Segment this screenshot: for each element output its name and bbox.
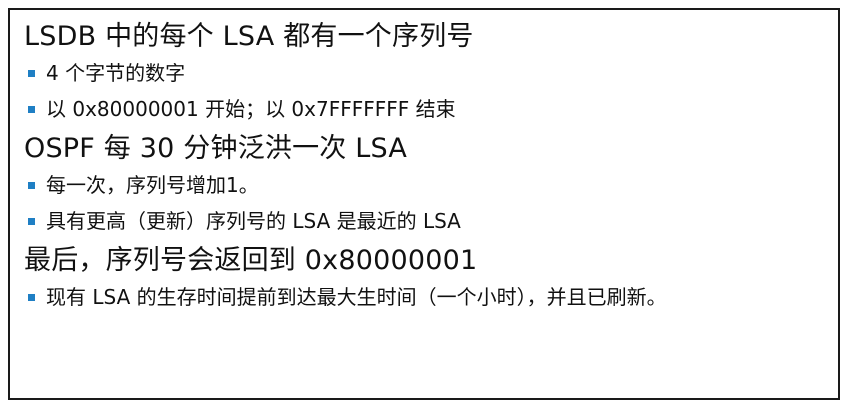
bullet-list: 现有 LSA 的生存时间提前到达最大生时间（一个小时），并且已刷新。 bbox=[24, 284, 824, 311]
bullet-item: 以 0x80000001 开始；以 0x7FFFFFFF 结束 bbox=[24, 96, 824, 123]
square-bullet-icon bbox=[28, 70, 35, 77]
square-bullet-icon bbox=[28, 218, 35, 225]
bullet-text: 具有更高（更新）序列号的 LSA 是最近的 LSA bbox=[46, 209, 461, 233]
section-heading: LSDB 中的每个 LSA 都有一个序列号 bbox=[24, 21, 474, 52]
bullet-item: 现有 LSA 的生存时间提前到达最大生时间（一个小时），并且已刷新。 bbox=[24, 284, 824, 311]
section-wraparound: 最后，序列号会返回到 0x80000001 现有 LSA 的生存时间提前到达最大… bbox=[24, 244, 824, 311]
bullet-item: 4 个字节的数字 bbox=[24, 60, 824, 87]
section-heading: 最后，序列号会返回到 0x80000001 bbox=[24, 245, 478, 276]
bullet-text: 4 个字节的数字 bbox=[46, 61, 186, 85]
square-bullet-icon bbox=[28, 182, 35, 189]
slide-frame: LSDB 中的每个 LSA 都有一个序列号 4 个字节的数字 以 0x80000… bbox=[8, 8, 840, 400]
square-bullet-icon bbox=[28, 294, 35, 301]
bullet-list: 4 个字节的数字 以 0x80000001 开始；以 0x7FFFFFFF 结束 bbox=[24, 60, 824, 123]
bullet-item: 具有更高（更新）序列号的 LSA 是最近的 LSA bbox=[24, 208, 824, 235]
bullet-item: 每一次，序列号增加1。 bbox=[24, 172, 824, 199]
bullet-text: 每一次，序列号增加1。 bbox=[46, 173, 259, 197]
section-flooding: OSPF 每 30 分钟泛洪一次 LSA 每一次，序列号增加1。 具有更高（更新… bbox=[24, 132, 824, 235]
section-heading: OSPF 每 30 分钟泛洪一次 LSA bbox=[24, 133, 408, 164]
bullet-list: 每一次，序列号增加1。 具有更高（更新）序列号的 LSA 是最近的 LSA bbox=[24, 172, 824, 235]
square-bullet-icon bbox=[28, 106, 35, 113]
bullet-text: 现有 LSA 的生存时间提前到达最大生时间（一个小时），并且已刷新。 bbox=[46, 285, 667, 309]
bullet-text: 以 0x80000001 开始；以 0x7FFFFFFF 结束 bbox=[46, 97, 456, 121]
section-sequence-number: LSDB 中的每个 LSA 都有一个序列号 4 个字节的数字 以 0x80000… bbox=[24, 20, 824, 123]
